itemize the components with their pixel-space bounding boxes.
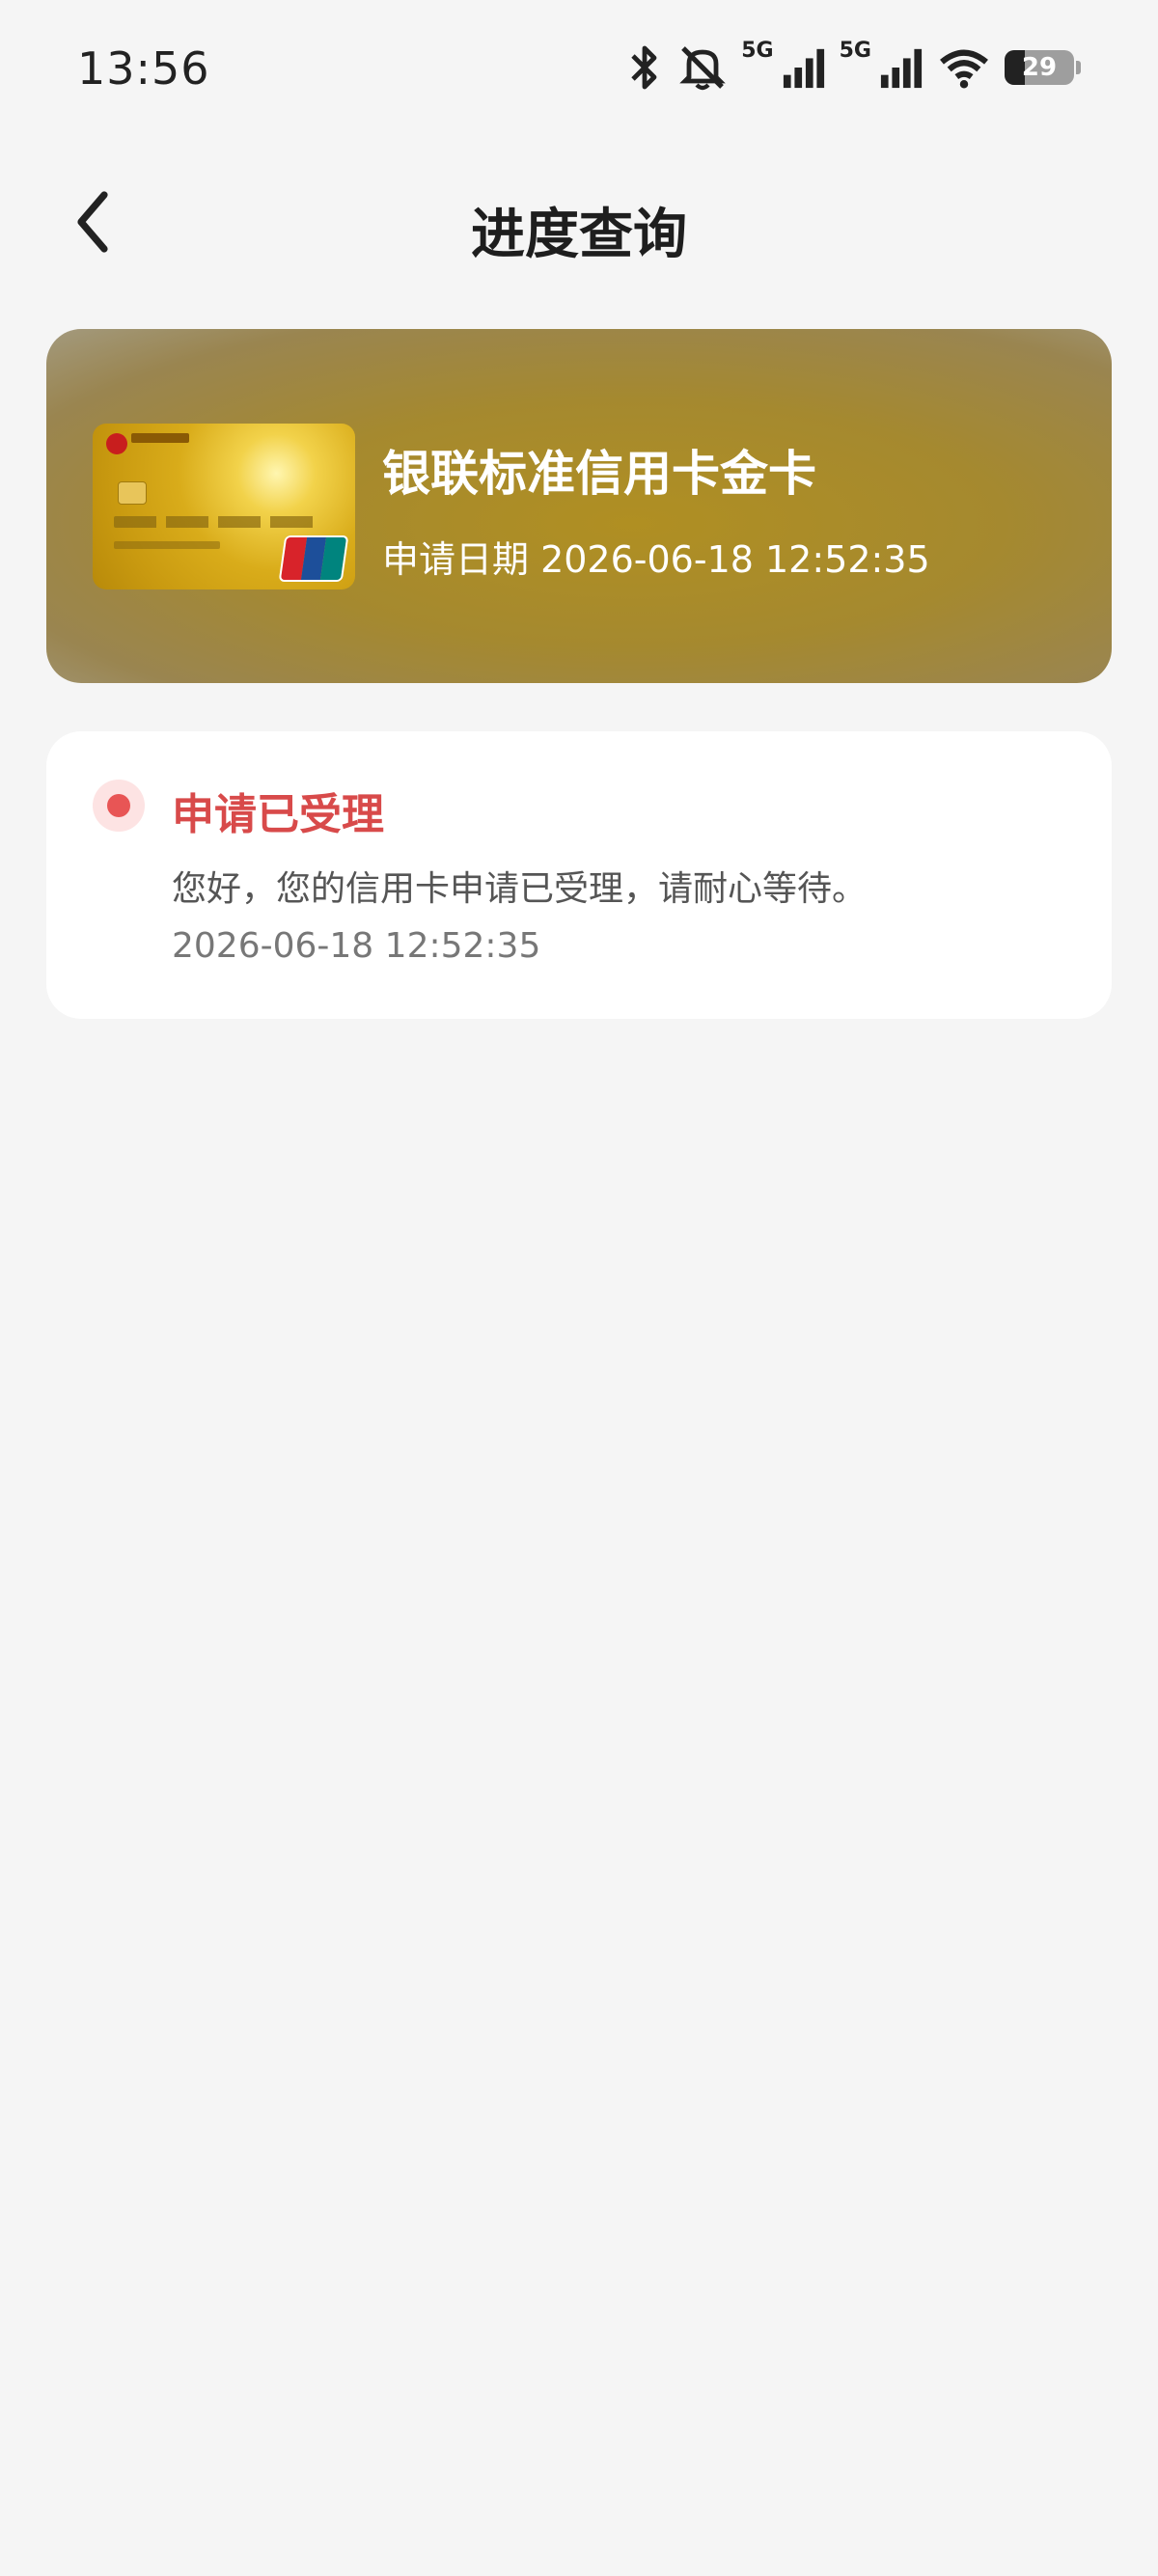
status-title: 申请已受理 xyxy=(172,790,384,839)
signal-icon xyxy=(783,48,824,89)
progress-status-card: 申请已受理 您好，您的信用卡申请已受理，请耐心等待。 2026-06-18 12… xyxy=(46,731,1112,1019)
status-icons: 5G 5G 29 xyxy=(625,39,1081,96)
status-timestamp: 2026-06-18 12:52:35 xyxy=(172,926,541,966)
card-holder-mark xyxy=(114,541,220,549)
signal-icon-2 xyxy=(880,48,923,89)
apply-date: 申请日期 2026-06-18 12:52:35 xyxy=(382,538,930,581)
network-5g-label-2: 5G xyxy=(839,38,871,63)
mute-bell-icon xyxy=(679,46,727,91)
status-message: 您好，您的信用卡申请已受理，请耐心等待。 xyxy=(172,869,868,909)
card-name: 银联标准信用卡金卡 xyxy=(382,446,816,502)
credit-card-image xyxy=(93,424,355,589)
bluetooth-icon xyxy=(631,45,657,90)
network-5g-label-1: 5G xyxy=(741,38,774,63)
unionpay-logo-icon xyxy=(278,535,349,582)
status-dot-inner xyxy=(107,794,130,817)
status-dot-icon xyxy=(93,780,145,832)
bank-name-mark xyxy=(131,433,189,443)
battery-icon: 29 xyxy=(1005,50,1074,85)
chip-icon xyxy=(118,481,147,505)
nav-header: 进度查询 xyxy=(0,174,1158,270)
battery-level: 29 xyxy=(1021,53,1058,82)
status-bar: 13:56 5G 5G 29 xyxy=(0,0,1158,145)
bank-logo-icon xyxy=(106,433,127,454)
status-time: 13:56 xyxy=(77,42,210,95)
card-number-mark xyxy=(114,516,317,528)
page-title: 进度查询 xyxy=(471,204,687,266)
battery-tip xyxy=(1076,61,1081,74)
wifi-icon xyxy=(940,49,988,89)
card-banner: 银联标准信用卡金卡 申请日期 2026-06-18 12:52:35 xyxy=(46,329,1112,683)
